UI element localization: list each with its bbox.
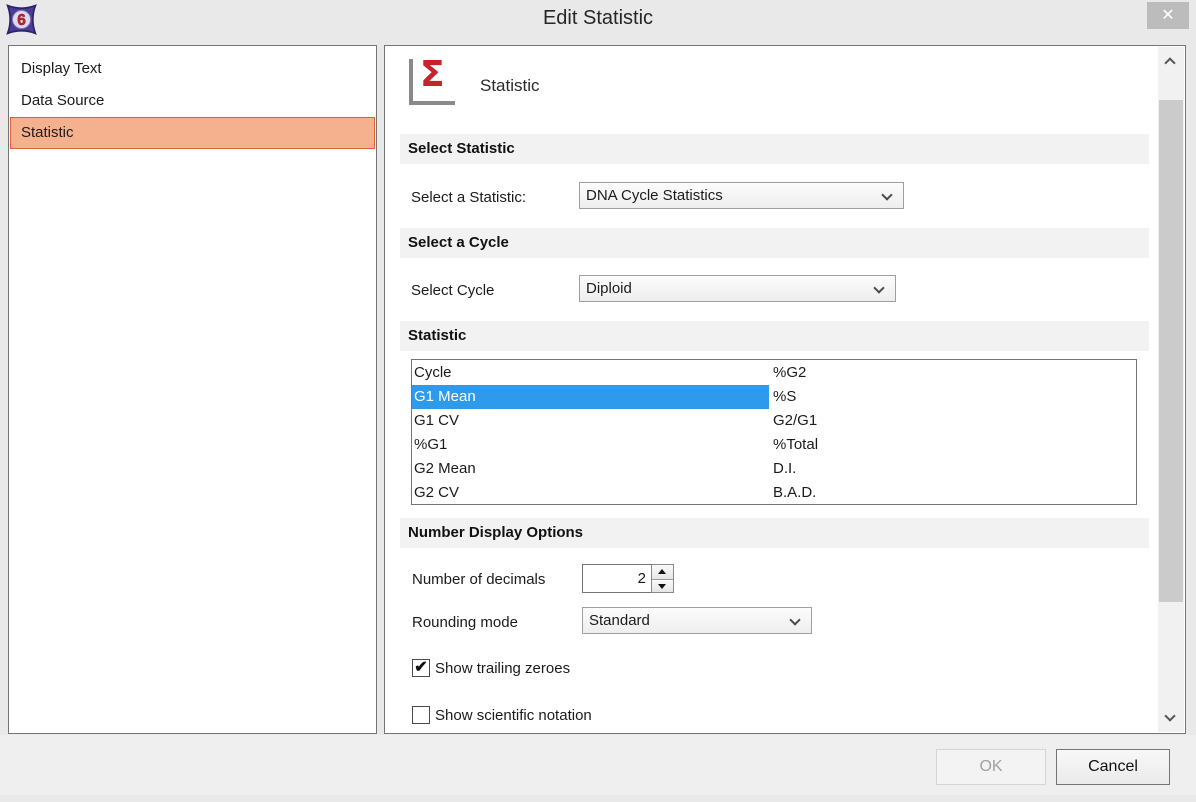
- chevron-up-icon: [1164, 57, 1175, 68]
- list-row: Cycle %G2: [412, 361, 1136, 385]
- title-bar: 6 Edit Statistic ✕: [0, 0, 1196, 40]
- list-item-pct-g2[interactable]: %G2: [771, 361, 806, 385]
- chevron-down-icon: [789, 614, 800, 625]
- decimals-input[interactable]: 2: [582, 564, 652, 593]
- list-item-di[interactable]: D.I.: [771, 457, 796, 481]
- list-item-cycle[interactable]: Cycle: [412, 361, 769, 385]
- rounding-mode-value: Standard: [589, 612, 650, 629]
- rounding-mode-dropdown[interactable]: Standard: [582, 607, 812, 634]
- list-item-g2-g1[interactable]: G2/G1: [771, 409, 817, 433]
- show-scientific-notation-checkbox[interactable]: ✔: [412, 706, 430, 724]
- list-item-g1-cv[interactable]: G1 CV: [412, 409, 769, 433]
- settings-category-list: Display Text Data Source Statistic: [8, 45, 377, 734]
- cycle-dropdown[interactable]: Diploid: [579, 275, 896, 302]
- list-row: G1 CV G2/G1: [412, 409, 1136, 433]
- spinner-up-button[interactable]: [652, 565, 673, 579]
- scroll-down-button[interactable]: [1158, 704, 1184, 732]
- arrow-up-icon: [658, 569, 666, 574]
- statistic-settings-panel: Σ Statistic Select Statistic Select a St…: [384, 45, 1186, 734]
- show-scientific-notation-label: Show scientific notation: [435, 707, 592, 724]
- statistic-type-value: DNA Cycle Statistics: [586, 187, 723, 204]
- sigma-icon: Σ: [409, 59, 455, 105]
- select-statistic-label: Select a Statistic:: [411, 189, 526, 206]
- sidebar-item-display-text[interactable]: Display Text: [10, 53, 375, 85]
- sidebar-item-statistic[interactable]: Statistic: [10, 117, 375, 149]
- list-row: G2 CV B.A.D.: [412, 481, 1136, 505]
- list-item-bad[interactable]: B.A.D.: [771, 481, 816, 505]
- vertical-scrollbar[interactable]: [1158, 47, 1184, 732]
- statistic-type-dropdown[interactable]: DNA Cycle Statistics: [579, 182, 904, 209]
- list-item-g1-mean-selected[interactable]: G1 Mean: [412, 385, 769, 409]
- arrow-down-icon: [658, 584, 666, 589]
- sidebar-item-data-source[interactable]: Data Source: [10, 85, 375, 117]
- list-item-g2-cv[interactable]: G2 CV: [412, 481, 769, 505]
- spinner-buttons: [651, 564, 674, 593]
- statistic-listbox: Cycle %G2 G1 Mean %S G1 CV G2/G1 %G1 %To…: [411, 359, 1137, 505]
- decimals-spinner: 2: [582, 564, 674, 593]
- dialog-title: Edit Statistic: [0, 7, 1196, 30]
- chevron-down-icon: [881, 189, 892, 200]
- close-button[interactable]: ✕: [1147, 2, 1189, 29]
- select-cycle-label: Select Cycle: [411, 282, 494, 299]
- rounding-mode-label: Rounding mode: [412, 614, 518, 631]
- show-trailing-zeroes-label: Show trailing zeroes: [435, 660, 570, 677]
- number-of-decimals-label: Number of decimals: [412, 571, 545, 588]
- scrollbar-thumb[interactable]: [1159, 100, 1183, 602]
- list-item-pct-total[interactable]: %Total: [771, 433, 818, 457]
- spinner-down-button[interactable]: [652, 579, 673, 593]
- chevron-down-icon: [873, 282, 884, 293]
- section-heading-select-cycle: Select a Cycle: [400, 228, 1149, 258]
- list-item-pct-g1[interactable]: %G1: [412, 433, 769, 457]
- ok-button[interactable]: OK: [936, 749, 1046, 785]
- checkmark-icon: ✔: [413, 660, 429, 676]
- section-heading-number-display: Number Display Options: [400, 518, 1149, 548]
- list-item-pct-s[interactable]: %S: [771, 385, 796, 409]
- section-heading-select-statistic: Select Statistic: [400, 134, 1149, 164]
- chevron-down-icon: [1164, 710, 1175, 721]
- cycle-value: Diploid: [586, 280, 632, 297]
- show-trailing-zeroes-checkbox[interactable]: ✔: [412, 659, 430, 677]
- list-item-g2-mean[interactable]: G2 Mean: [412, 457, 769, 481]
- list-row: %G1 %Total: [412, 433, 1136, 457]
- panel-title: Statistic: [480, 76, 540, 96]
- list-row: G1 Mean %S: [412, 385, 1136, 409]
- dialog-footer: OK Cancel: [0, 735, 1196, 795]
- cancel-button[interactable]: Cancel: [1056, 749, 1170, 785]
- list-row: G2 Mean D.I.: [412, 457, 1136, 481]
- section-heading-statistic: Statistic: [400, 321, 1149, 351]
- scroll-up-button[interactable]: [1158, 47, 1184, 75]
- close-icon: ✕: [1161, 7, 1174, 24]
